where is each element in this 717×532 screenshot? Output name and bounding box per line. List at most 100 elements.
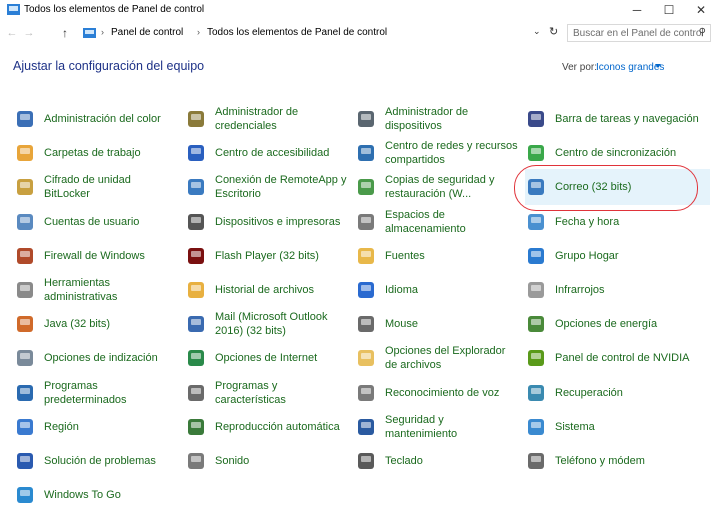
control-panel-item[interactable]: Espacios de almacenamiento xyxy=(355,207,520,237)
fonts-icon xyxy=(355,245,377,267)
control-panel-item[interactable]: Fecha y hora xyxy=(525,207,710,237)
region-icon xyxy=(14,416,36,438)
minimize-button[interactable]: ─ xyxy=(620,0,654,20)
up-button[interactable]: ↑ xyxy=(58,25,72,41)
control-panel-item[interactable]: Opciones de Internet xyxy=(185,343,350,373)
control-panel-item-label: Fuentes xyxy=(385,249,425,262)
forward-button[interactable]: → xyxy=(22,25,36,41)
backup-icon xyxy=(355,176,377,198)
control-panel-item[interactable]: Sonido xyxy=(185,446,350,476)
control-panel-item[interactable]: Copias de seguridad y restauración (W... xyxy=(355,172,520,202)
control-panel-item[interactable]: Reproducción automática xyxy=(185,412,350,442)
control-panel-item[interactable]: Reconocimiento de voz xyxy=(355,378,520,408)
control-panel-item[interactable]: Panel de control de NVIDIA xyxy=(525,343,710,373)
control-panel-item[interactable]: Fuentes xyxy=(355,241,520,271)
control-panel-item[interactable]: Administración del color xyxy=(14,104,179,134)
control-panel-item[interactable]: Región xyxy=(14,412,179,442)
control-panel-item[interactable]: Administrador de dispositivos xyxy=(355,104,520,134)
control-panel-item-label: Administrador de credenciales xyxy=(215,106,299,132)
control-panel-item-label: Java (32 bits) xyxy=(44,318,111,331)
refresh-icon[interactable]: ↻ xyxy=(549,25,558,38)
back-button[interactable]: ← xyxy=(5,25,19,41)
outlook-mail-icon xyxy=(185,313,207,335)
control-panel-item[interactable]: Solución de problemas xyxy=(14,446,179,476)
search-icon[interactable]: ⚲ xyxy=(699,27,706,38)
chevron-down-icon[interactable] xyxy=(655,64,661,68)
control-panel-item-label: Administrador de dispositivos xyxy=(385,106,469,132)
control-panel-item[interactable]: Dispositivos e impresoras xyxy=(185,207,350,237)
address-dropdown-icon[interactable]: ⌄ xyxy=(533,26,541,37)
file-history-icon xyxy=(185,279,207,301)
control-panel-item[interactable]: Centro de redes y recursos compartidos xyxy=(355,138,520,168)
phone-modem-icon xyxy=(525,450,547,472)
control-panel-item[interactable]: Flash Player (32 bits) xyxy=(185,241,350,271)
control-panel-item[interactable]: Barra de tareas y navegación xyxy=(525,104,710,134)
maximize-button[interactable]: ☐ xyxy=(652,0,686,20)
control-panel-item[interactable]: Carpetas de trabajo xyxy=(14,138,179,168)
device-manager-icon xyxy=(355,108,377,130)
control-panel-item[interactable]: Centro de accesibilidad xyxy=(185,138,350,168)
control-panel-item[interactable]: Opciones del Explorador de archivos xyxy=(355,343,520,373)
control-panel-item[interactable]: Historial de archivos xyxy=(185,275,350,305)
breadcrumb-todos-los-elementos[interactable]: Todos los elementos de Panel de control xyxy=(207,27,387,38)
control-panel-item[interactable]: Cuentas de usuario xyxy=(14,207,179,237)
flash-icon xyxy=(185,245,207,267)
control-panel-item-label: Centro de sincronización xyxy=(555,147,677,160)
control-panel-item[interactable]: Idioma xyxy=(355,275,520,305)
control-panel-item[interactable]: Java (32 bits) xyxy=(14,309,179,339)
autoplay-icon xyxy=(185,416,207,438)
devices-printers-icon xyxy=(185,211,207,233)
control-panel-item-label: Centro de accesibilidad xyxy=(215,147,330,160)
highlight-annotation xyxy=(514,165,698,211)
control-panel-item-label: Copias de seguridad y restauración (W... xyxy=(385,174,495,201)
control-panel-item-label: Administración del color xyxy=(44,113,161,125)
control-panel-item-label: Centro de redes y recursos compartidos xyxy=(385,140,518,167)
control-panel-item[interactable]: Programas predeterminados xyxy=(14,378,179,408)
control-panel-item[interactable]: Administrador de credenciales xyxy=(185,104,350,134)
control-panel-item-label: Sistema xyxy=(555,420,595,433)
breadcrumb-panel-de-control[interactable]: Panel de control xyxy=(111,27,183,38)
control-panel-item[interactable]: Opciones de energía xyxy=(525,309,710,339)
control-panel-item-label: Sonido xyxy=(215,455,250,467)
control-panel-item-label: Flash Player (32 bits) xyxy=(215,249,319,262)
control-panel-item[interactable]: Recuperación xyxy=(525,378,710,408)
speech-icon xyxy=(355,382,377,404)
control-panel-item[interactable]: Conexión de RemoteApp y Escritorio xyxy=(185,172,350,202)
control-panel-item[interactable]: Teléfono y módem xyxy=(525,446,710,476)
control-panel-item-label: Opciones de Internet xyxy=(215,352,318,365)
control-panel-item-label: Dispositivos e impresoras xyxy=(215,215,341,228)
control-panel-item-label: Espacios de almacenamiento xyxy=(385,208,466,235)
control-panel-item[interactable]: Windows To Go xyxy=(14,480,179,510)
control-panel-item[interactable]: Mail (Microsoft Outlook 2016) (32 bits) xyxy=(185,309,350,339)
control-panel-item-label: Programas predeterminados xyxy=(44,379,127,406)
user-accounts-icon xyxy=(14,211,36,233)
control-panel-item[interactable]: Infrarrojos xyxy=(525,275,710,305)
work-folders-icon xyxy=(14,142,36,164)
control-panel-item-label: Reconocimiento de voz xyxy=(385,386,500,399)
control-panel-item-label: Opciones de indización xyxy=(44,352,158,365)
search-placeholder: Buscar en el Panel de control xyxy=(573,28,704,39)
close-button[interactable]: ✕ xyxy=(684,0,717,20)
control-panel-item-label: Grupo Hogar xyxy=(555,249,619,262)
control-panel-item-label: Teclado xyxy=(385,455,423,467)
control-panel-item[interactable]: Mouse xyxy=(355,309,520,339)
color-management-icon xyxy=(14,108,36,130)
control-panel-item[interactable]: Teclado xyxy=(355,446,520,476)
mouse-icon xyxy=(355,313,377,335)
control-panel-item-label: Cuentas de usuario xyxy=(44,215,140,228)
control-panel-item[interactable]: Centro de sincronización xyxy=(525,138,710,168)
control-panel-item-label: Conexión de RemoteApp y Escritorio xyxy=(215,174,347,201)
control-panel-item[interactable]: Sistema xyxy=(525,412,710,442)
language-icon xyxy=(355,279,377,301)
explorer-options-icon xyxy=(355,347,377,369)
search-input[interactable]: Buscar en el Panel de control ⚲ xyxy=(567,24,711,42)
control-panel-item[interactable]: Firewall de Windows xyxy=(14,241,179,271)
control-panel-item[interactable]: Seguridad y mantenimiento xyxy=(355,412,520,442)
control-panel-item[interactable]: Cifrado de unidad BitLocker xyxy=(14,172,179,202)
control-panel-item[interactable]: Opciones de indización xyxy=(14,343,179,373)
control-panel-item[interactable]: Herramientas administrativas xyxy=(14,275,179,305)
control-panel-item[interactable]: Grupo Hogar xyxy=(525,241,710,271)
control-panel-item-label: Windows To Go xyxy=(44,489,121,502)
security-maintenance-icon xyxy=(355,416,377,438)
control-panel-item[interactable]: Programas y características xyxy=(185,378,350,408)
